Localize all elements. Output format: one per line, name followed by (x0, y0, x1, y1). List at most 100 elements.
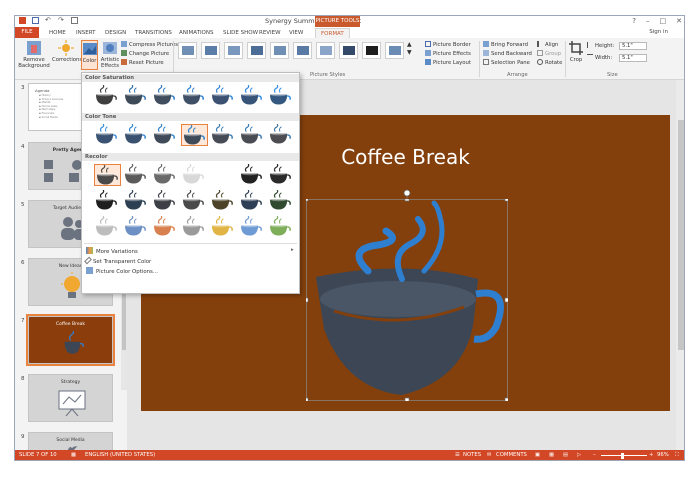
send-backward-button[interactable]: Send Backward (483, 50, 532, 58)
spell-check-icon[interactable]: ▩ (71, 450, 76, 460)
minimize-button[interactable]: – (646, 16, 650, 26)
slide-thumbnail-7[interactable]: Coffee Break (26, 314, 115, 366)
recolor-swatch[interactable] (123, 189, 150, 212)
notes-button[interactable]: NOTES (463, 450, 481, 460)
recolor-swatch[interactable] (181, 215, 208, 238)
recolor-swatch[interactable] (210, 215, 237, 238)
recolor-swatch[interactable] (94, 164, 121, 186)
tab-format[interactable]: FORMAT (315, 28, 350, 38)
picture-style-thumb[interactable] (201, 42, 220, 59)
picture-style-thumb[interactable] (293, 42, 312, 59)
zoom-slider-thumb[interactable] (621, 453, 624, 459)
color-saturation-swatch[interactable] (123, 84, 150, 107)
bring-forward-button[interactable]: Bring Forward (483, 41, 528, 49)
slide-sorter-icon[interactable]: ▦ (549, 450, 554, 460)
zoom-slider[interactable] (601, 455, 647, 456)
tab-insert[interactable]: INSERT (76, 28, 95, 38)
recolor-swatch[interactable] (268, 189, 295, 212)
tab-home[interactable]: HOME (49, 28, 66, 38)
recolor-swatch[interactable] (94, 215, 121, 238)
more-variations-item[interactable]: More Variations ▸ (86, 247, 294, 255)
reading-view-icon[interactable]: ▤ (563, 450, 568, 460)
sign-in-link[interactable]: Sign in (649, 29, 668, 35)
recolor-swatch[interactable] (181, 163, 208, 186)
color-saturation-swatch[interactable] (239, 84, 266, 107)
recolor-swatch[interactable] (239, 163, 266, 186)
zoom-out-button[interactable]: – (593, 450, 596, 460)
change-picture-button[interactable]: Change Picture (121, 50, 169, 58)
fit-slide-icon[interactable]: ⛶ (675, 450, 679, 460)
height-input[interactable]: 5.1" (619, 42, 647, 50)
selection-pane-button[interactable]: Selection Pane (483, 59, 530, 67)
recolor-swatch[interactable] (152, 163, 179, 186)
group-button[interactable]: Group (537, 50, 561, 58)
picture-color-options-item[interactable]: Picture Color Options... (86, 267, 158, 275)
picture-style-thumb[interactable] (247, 42, 266, 59)
color-tone-swatch[interactable] (210, 123, 237, 146)
recolor-swatch[interactable] (268, 215, 295, 238)
picture-style-thumb[interactable] (270, 42, 289, 59)
picture-style-thumb[interactable] (339, 42, 358, 59)
color-tone-swatch[interactable] (152, 123, 179, 146)
recolor-swatch[interactable] (239, 189, 266, 212)
tab-design[interactable]: DESIGN (105, 28, 126, 38)
recolor-swatch[interactable] (123, 163, 150, 186)
picture-style-thumb[interactable] (224, 42, 243, 59)
recolor-swatch[interactable] (181, 189, 208, 212)
tab-transitions[interactable]: TRANSITIONS (135, 28, 172, 38)
color-tone-swatch[interactable] (268, 123, 295, 146)
slide-thumbnail-8[interactable]: Strategy (28, 374, 113, 422)
color-tone-swatch[interactable] (181, 124, 208, 146)
recolor-swatch[interactable] (123, 215, 150, 238)
recolor-swatch[interactable] (152, 215, 179, 238)
artistic-effects-button[interactable]: Artistic Effects (99, 40, 121, 69)
normal-view-icon[interactable]: ▣ (535, 450, 540, 460)
slide-show-icon[interactable]: ▷ (577, 450, 581, 460)
tab-review[interactable]: REVIEW (259, 28, 281, 38)
picture-style-thumb[interactable] (362, 42, 381, 59)
rotate-button[interactable]: Rotate (537, 59, 562, 67)
tab-file[interactable]: FILE (15, 27, 39, 38)
redo-icon[interactable]: ↷ (58, 17, 65, 24)
color-tone-swatch[interactable] (239, 123, 266, 146)
recolor-swatch[interactable] (94, 189, 121, 212)
tab-animations[interactable]: ANIMATIONS (179, 28, 214, 38)
undo-icon[interactable]: ↶ (45, 17, 52, 24)
picture-effects-button[interactable]: Picture Effects (425, 50, 471, 58)
zoom-level[interactable]: 96% (657, 450, 669, 460)
tab-view[interactable]: VIEW (289, 28, 303, 38)
color-saturation-swatch[interactable] (181, 84, 208, 107)
picture-style-thumb[interactable] (385, 42, 404, 59)
picture-style-thumb[interactable] (178, 42, 197, 59)
reset-picture-button[interactable]: Reset Picture (121, 59, 164, 67)
remove-background-button[interactable]: Remove Background (17, 40, 51, 69)
help-button[interactable]: ? (632, 16, 636, 26)
picture-border-button[interactable]: Picture Border (425, 41, 471, 49)
close-button[interactable]: ✕ (676, 16, 682, 26)
recolor-swatch[interactable] (210, 164, 237, 186)
color-saturation-swatch[interactable] (152, 84, 179, 107)
coffee-cup-picture[interactable] (306, 199, 508, 401)
zoom-in-button[interactable]: + (649, 450, 653, 460)
crop-button[interactable]: Crop (568, 40, 584, 63)
language-indicator[interactable]: ENGLISH (UNITED STATES) (85, 450, 155, 460)
recolor-swatch[interactable] (268, 163, 295, 186)
presentation-icon[interactable] (71, 17, 78, 24)
recolor-swatch[interactable] (152, 189, 179, 212)
rotate-handle[interactable] (403, 189, 411, 201)
color-tone-swatch[interactable] (123, 123, 150, 146)
picture-style-thumb[interactable] (316, 42, 335, 59)
compress-pictures-button[interactable]: Compress Pictures (121, 41, 178, 49)
comments-button[interactable]: COMMENTS (496, 450, 527, 460)
color-saturation-swatch[interactable] (210, 84, 237, 107)
color-tone-swatch[interactable] (94, 123, 121, 146)
maximize-button[interactable]: □ (660, 16, 667, 26)
slide-scrollbar[interactable] (676, 80, 684, 454)
recolor-swatch[interactable] (210, 189, 237, 212)
tab-slide-show[interactable]: SLIDE SHOW (223, 28, 258, 38)
save-icon[interactable] (32, 17, 39, 24)
corrections-button[interactable]: Corrections (52, 40, 82, 63)
color-button[interactable]: Color (81, 40, 98, 70)
style-gallery-scroll[interactable]: ▲ ▼ (407, 41, 412, 57)
color-saturation-swatch[interactable] (268, 84, 295, 107)
